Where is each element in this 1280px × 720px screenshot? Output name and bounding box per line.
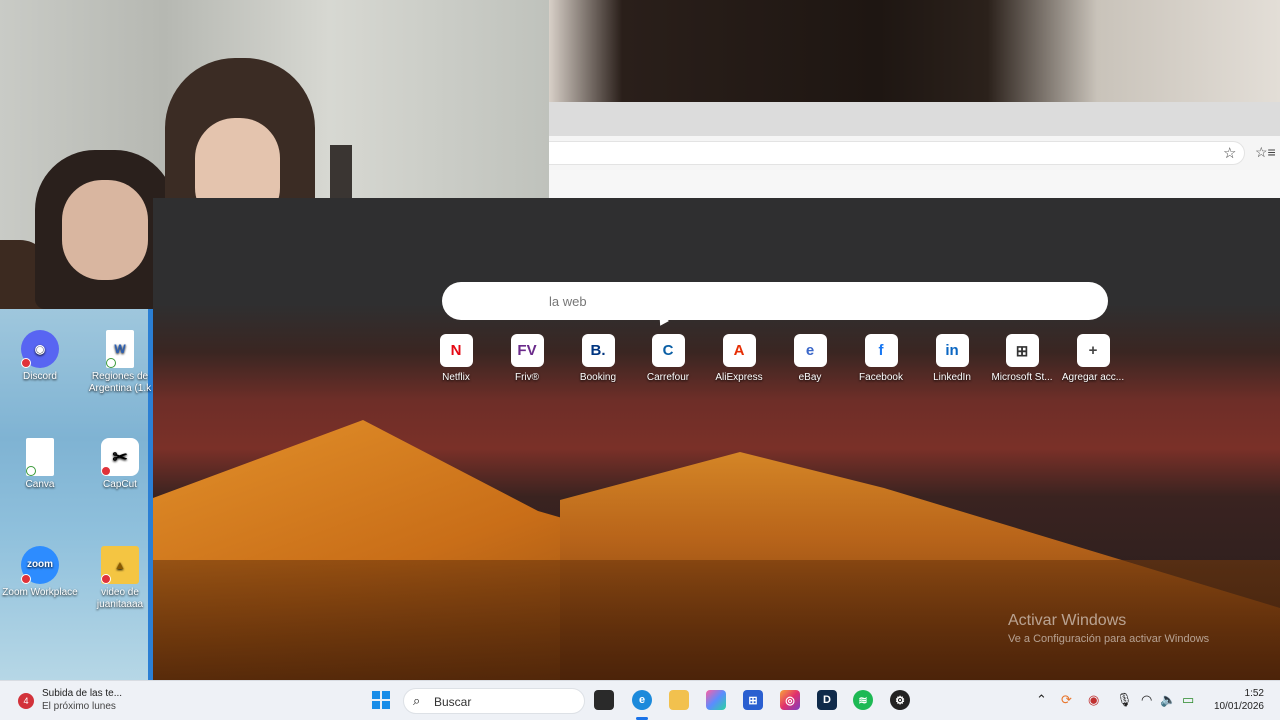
favorites-icon[interactable]: ☆≡ <box>1255 144 1276 161</box>
desktop-icon-video-folder[interactable]: ▲ video de juanitaaaa <box>80 546 160 611</box>
quick-link-tile[interactable]: FV Friv® <box>492 334 562 383</box>
desktop-icon-label: video de juanitaaaa <box>96 587 144 610</box>
quick-link-label: Agregar acc... <box>1061 372 1125 383</box>
task-view-icon[interactable] <box>594 690 614 710</box>
quick-link-tile[interactable]: ⊞ Microsoft St... <box>987 334 1057 383</box>
edge-browser-icon[interactable]: e <box>632 690 652 710</box>
instagram-icon[interactable]: ◎ <box>780 690 800 710</box>
bookmarks-bar <box>549 170 1280 198</box>
quick-link-tile[interactable]: A AliExpress <box>704 334 774 383</box>
search-icon: ⌕ <box>413 693 421 708</box>
quick-link-tile[interactable]: C Carrefour <box>633 334 703 383</box>
desktop-icon-canva[interactable]: Canva <box>0 438 80 491</box>
clock-time: 1:52 <box>1244 688 1264 699</box>
quick-link-icon: e <box>793 334 827 367</box>
quick-link-icon: B. <box>581 334 615 367</box>
watermark-title: Activar Windows <box>1008 612 1127 629</box>
quick-link-icon: C <box>651 334 685 367</box>
chevron-up-icon[interactable]: ⌃ <box>1036 692 1047 708</box>
word-doc-icon: W <box>106 330 134 368</box>
battery-icon[interactable]: ▭ <box>1182 692 1194 708</box>
activate-windows-watermark: Activar Windows Ve a Configuración para … <box>1008 612 1209 645</box>
address-input[interactable] <box>549 141 1245 165</box>
quick-link-tile[interactable]: N Netflix <box>421 334 491 383</box>
taskbar-search[interactable]: ⌕ Buscar <box>403 688 585 714</box>
quick-link-label: Facebook <box>859 372 903 383</box>
quick-link-label: Friv® <box>514 372 540 383</box>
discord-icon: ◉ <box>21 330 59 368</box>
webcam-person-1-face <box>62 180 148 280</box>
browser-top-image <box>549 0 1280 102</box>
copilot-icon[interactable] <box>706 690 726 710</box>
spotify-icon[interactable]: ≋ <box>853 690 873 710</box>
clock-date: 10/01/2026 <box>1213 701 1264 712</box>
quick-link-icon: ⊞ <box>1005 334 1039 367</box>
quick-link-label: Microsoft St... <box>991 372 1053 383</box>
notification-badge: 4 <box>18 693 34 709</box>
desktop-icon-zoom[interactable]: zoom Zoom Workplace <box>0 546 80 599</box>
capcut-icon: ✂ <box>101 438 139 476</box>
quick-link-icon: + <box>1076 334 1110 367</box>
desktop-icon-label: CapCut <box>103 479 137 490</box>
taskbar: 4 Subida de las te... El próximo lunes ⌕… <box>0 680 1280 720</box>
quick-link-icon: f <box>864 334 898 367</box>
quick-link-icon: in <box>935 334 969 367</box>
microphone-icon[interactable]: 🎙 <box>1116 692 1133 708</box>
quick-link-icon: N <box>439 334 473 367</box>
desktop-icon-capcut[interactable]: ✂ CapCut <box>80 438 160 491</box>
weather-title: Subida de las te... <box>42 688 123 699</box>
taskbar-search-label: Buscar <box>434 695 472 709</box>
web-search-box[interactable] <box>442 282 1108 320</box>
quick-link-label: eBay <box>798 372 822 383</box>
web-search-placeholder: la web <box>549 294 587 309</box>
steam-icon[interactable]: ⚙ <box>890 690 910 710</box>
security-icon[interactable]: ◉ <box>1088 692 1099 708</box>
quick-link-tile[interactable]: in LinkedIn <box>917 334 987 383</box>
sync-icon[interactable]: ⟳ <box>1061 692 1072 708</box>
windows-start-icon[interactable] <box>371 690 391 710</box>
quick-link-label: Netflix <box>442 372 470 383</box>
desktop-icon-label: Regiones de Argentina (1.k <box>88 371 152 394</box>
desktop-icon-label: Canva <box>25 479 55 490</box>
folder-icon: ▲ <box>101 546 139 584</box>
quick-link-tile[interactable]: B. Booking <box>563 334 633 383</box>
system-clock[interactable]: 1:52 10/01/2026 <box>1212 687 1264 713</box>
watermark-subtitle: Ve a Configuración para activar Windows <box>1008 633 1210 645</box>
browser-tab-strip[interactable] <box>549 102 1280 136</box>
quick-link-tile[interactable]: + Agregar acc... <box>1058 334 1128 383</box>
desktop-icon-label: Zoom Workplace <box>2 587 78 598</box>
microsoft-store-icon[interactable]: ⊞ <box>743 690 763 710</box>
quick-link-icon: FV <box>510 334 544 367</box>
volume-icon[interactable]: 🔈 <box>1160 692 1176 708</box>
quick-link-label: Carrefour <box>646 372 690 383</box>
desktop-icon-regiones[interactable]: W Regiones de Argentina (1.k <box>80 330 160 395</box>
weather-widget[interactable]: 4 Subida de las te... El próximo lunes <box>18 687 123 713</box>
wifi-icon[interactable]: ◠ <box>1141 692 1152 708</box>
desktop-icon-discord[interactable]: ◉ Discord <box>0 330 80 383</box>
quick-link-tile[interactable]: e eBay <box>775 334 845 383</box>
quick-link-label: LinkedIn <box>933 372 971 383</box>
quick-link-label: AliExpress <box>715 372 763 383</box>
desktop-icon-label: Discord <box>23 371 57 382</box>
file-icon <box>26 438 54 476</box>
star-icon[interactable]: ☆ <box>1223 144 1236 162</box>
quick-link-tile[interactable]: f Facebook <box>846 334 916 383</box>
zoom-icon: zoom <box>21 546 59 584</box>
quick-link-label: Booking <box>579 372 617 383</box>
weather-subtitle: El próximo lunes <box>42 701 116 712</box>
disney-plus-icon[interactable]: D <box>817 690 837 710</box>
quick-link-icon: A <box>722 334 756 367</box>
file-explorer-icon[interactable] <box>669 690 689 710</box>
